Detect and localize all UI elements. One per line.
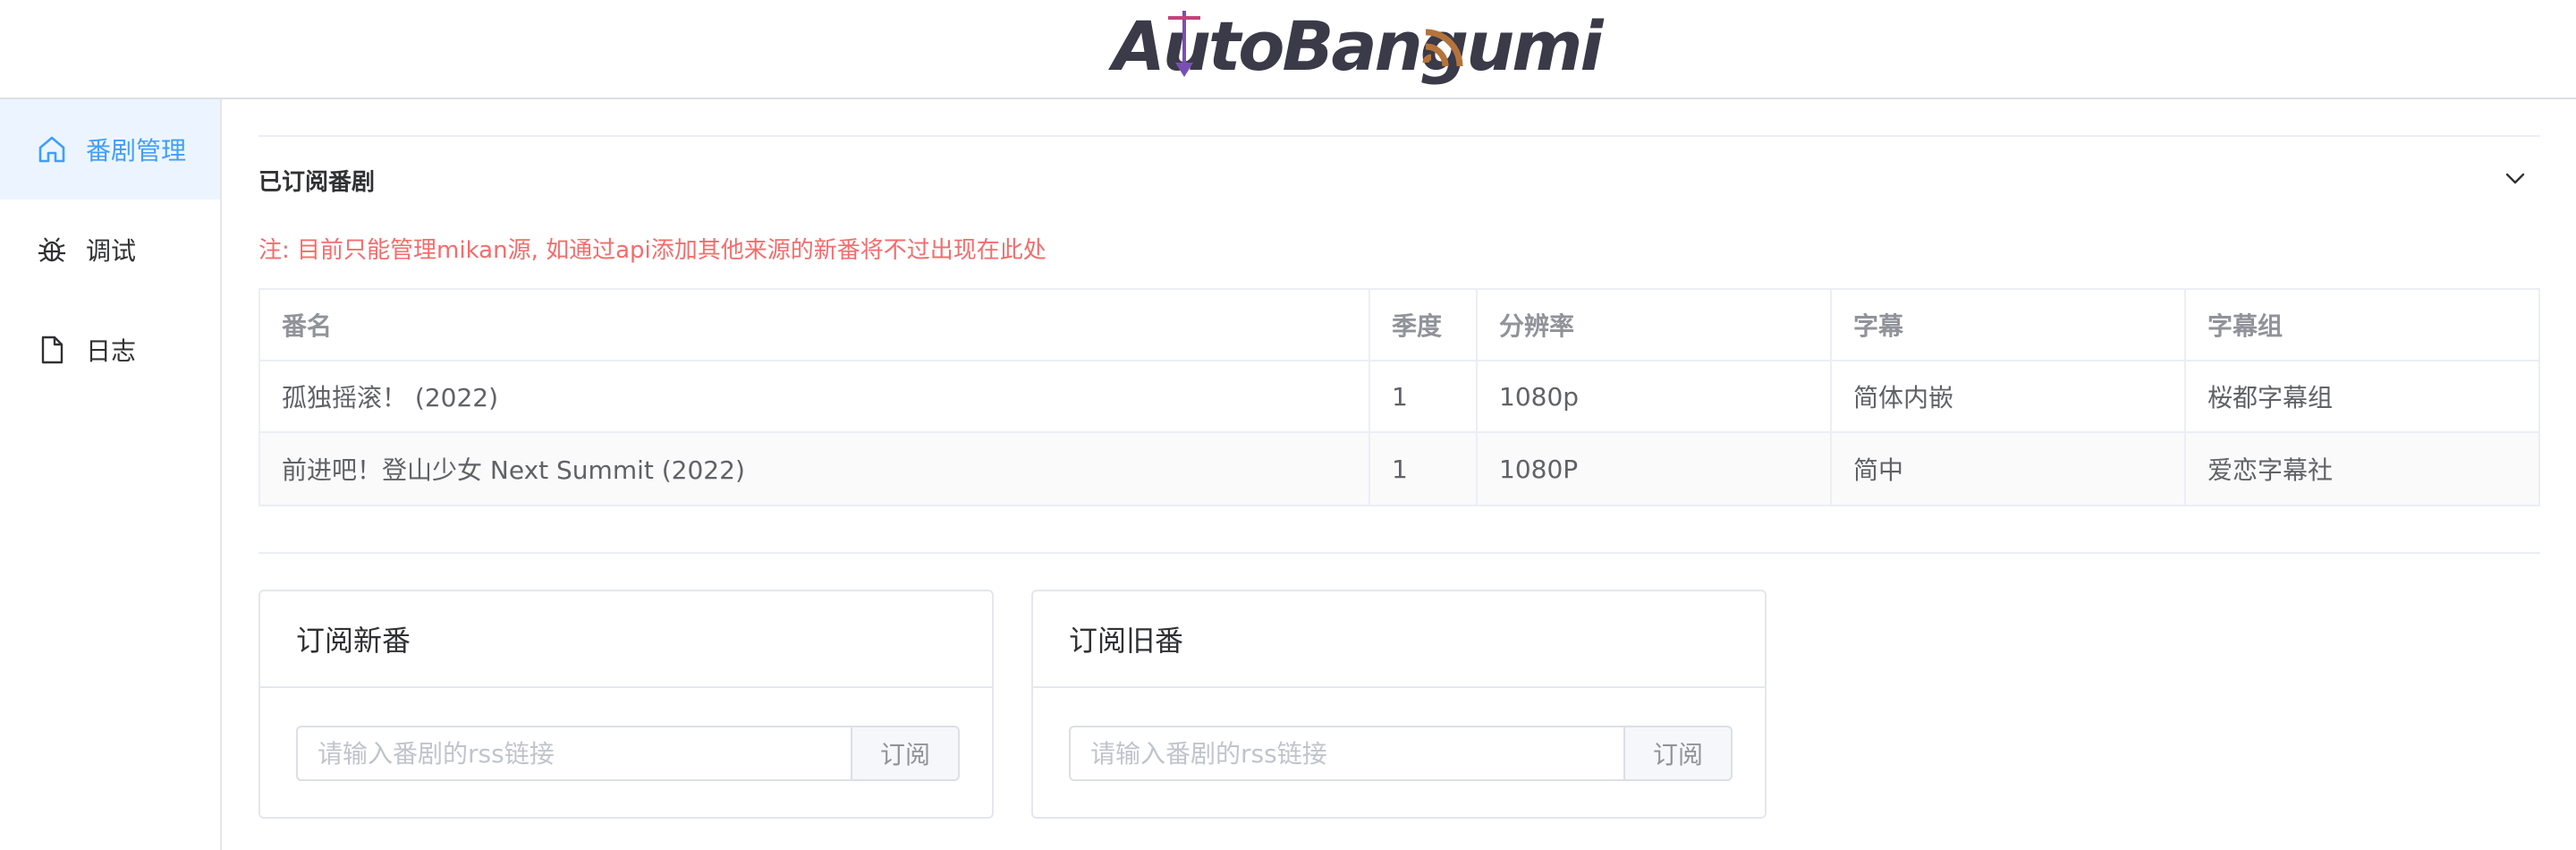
- cell-season: 1: [1370, 361, 1478, 431]
- sidebar-item-logs[interactable]: 日志: [0, 300, 220, 400]
- document-icon: [36, 334, 68, 366]
- cell-group: 爱恋字幕社: [2207, 455, 2334, 485]
- subscribe-button[interactable]: 订阅: [851, 726, 960, 781]
- table-header-row: 番名 季度 分辨率 字幕 字幕组: [260, 290, 2538, 361]
- chevron-down-icon[interactable]: [2502, 165, 2529, 191]
- autobangumi-logo[interactable]: AutoBangumi: [1113, 4, 1604, 89]
- sidebar-nav: 番剧管理 调试 日志: [0, 99, 222, 850]
- sidebar-item-label: 日志: [86, 336, 137, 366]
- cell-subtitle: 简中: [1832, 433, 2186, 505]
- logo-arrow-icon: [1168, 11, 1200, 77]
- mikan-source-note: 注: 目前只能管理mikan源, 如通过api添加其他来源的新番将不过出现在此处: [258, 237, 1046, 264]
- cell-resolution: 1080P: [1478, 433, 1832, 505]
- column-header-subtitle[interactable]: 字幕: [1832, 290, 2186, 360]
- cell-subtitle: 简体内嵌: [1832, 361, 2186, 431]
- column-header-resolution[interactable]: 分辨率: [1478, 290, 1832, 360]
- table-row[interactable]: 孤独摇滚！ (2022) 1 1080p 简体内嵌 桜都字幕组: [260, 361, 2538, 433]
- home-icon: [36, 133, 68, 166]
- rss-signal-icon: [1422, 29, 1463, 67]
- card-title: 订阅旧番: [1033, 591, 1765, 688]
- divider: [258, 552, 2540, 554]
- cell-group: 桜都字幕组: [2207, 383, 2334, 412]
- rss-link-input[interactable]: [296, 726, 851, 781]
- sidebar-item-label: 调试: [86, 236, 137, 266]
- divider: [258, 135, 2540, 137]
- sidebar-item-debug[interactable]: 调试: [0, 200, 220, 300]
- column-header-group[interactable]: 字幕组: [2186, 290, 2538, 360]
- column-header-title[interactable]: 番名: [260, 290, 1370, 360]
- sidebar-item-label: 番剧管理: [86, 136, 187, 166]
- card-title: 订阅新番: [260, 591, 992, 688]
- app-header: AutoBangumi: [0, 0, 2576, 99]
- cell-title: 孤独摇滚！ (2022): [260, 361, 1370, 431]
- cell-title: 前进吧！登山少女 Next Summit (2022): [260, 433, 1370, 505]
- sidebar-item-bangumi-manage[interactable]: 番剧管理: [0, 99, 220, 200]
- subscribe-button[interactable]: 订阅: [1623, 726, 1733, 781]
- rss-link-input[interactable]: [1069, 726, 1623, 781]
- main-content: 已订阅番剧 注: 目前只能管理mikan源, 如通过api添加其他来源的新番将不…: [258, 99, 2540, 850]
- subscribed-bangumi-table: 番名 季度 分辨率 字幕 字幕组 孤独摇滚！ (2022) 1 1080p 简体…: [258, 288, 2540, 506]
- column-header-season[interactable]: 季度: [1370, 290, 1478, 360]
- cell-season: 1: [1370, 433, 1478, 505]
- bug-icon: [36, 234, 68, 266]
- subscribe-old-card: 订阅旧番 订阅: [1031, 590, 1767, 819]
- subscribe-new-card: 订阅新番 订阅: [258, 590, 994, 819]
- table-row[interactable]: 前进吧！登山少女 Next Summit (2022) 1 1080P 简中 爱…: [260, 433, 2538, 505]
- collapse-title-subscribed[interactable]: 已订阅番剧: [258, 164, 375, 197]
- cell-resolution: 1080p: [1478, 361, 1832, 431]
